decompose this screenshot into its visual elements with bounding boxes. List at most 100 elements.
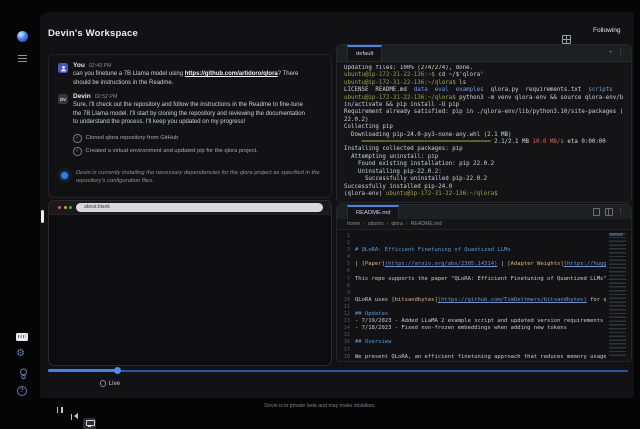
line-number: 18 xyxy=(337,354,350,361)
line-number: 12 xyxy=(337,311,350,318)
code-line xyxy=(355,254,606,261)
line-number: 16 xyxy=(337,339,350,346)
screen-view-button[interactable] xyxy=(83,418,96,429)
panel-drag-handle[interactable] xyxy=(41,210,44,223)
editor-tabbar: README.md ⋮ xyxy=(337,205,631,220)
terminal-line: Successfully uninstalled pip-22.0.2 xyxy=(344,176,627,183)
code-line: | [Paper](https://arxiv.org/abs/2305.143… xyxy=(355,261,606,268)
person-icon xyxy=(60,65,67,72)
line-number: 4 xyxy=(337,254,350,261)
code-line xyxy=(355,233,606,240)
following-label: Following xyxy=(593,27,620,35)
line-number: 2 xyxy=(337,240,350,247)
window-maximize-dot-icon xyxy=(69,206,72,209)
line-number: 7 xyxy=(337,276,350,283)
line-number: 6 xyxy=(337,268,350,275)
chevron-right-icon: › xyxy=(363,219,365,229)
user-avatar xyxy=(58,63,68,73)
terminal-line: ubuntu@ip-172-31-22-136:~/qlora$ python3… xyxy=(344,95,627,102)
message-body: Sure, I'll check out the repository and … xyxy=(73,101,305,127)
line-number: 13 xyxy=(337,318,350,325)
task-text: Cloned qlora repository from GitHub xyxy=(86,135,179,141)
new-terminal-plus-icon[interactable]: + xyxy=(609,50,613,56)
line-number: 8 xyxy=(337,283,350,290)
code-line xyxy=(355,304,606,311)
terminal-tabbar: default + ⋮ xyxy=(337,45,631,62)
code-area[interactable]: # QLoRA: Efficient Finetuning of Quantiz… xyxy=(355,233,606,361)
editor-more-icon[interactable]: ⋮ xyxy=(618,209,625,215)
settings-gear-icon[interactable]: ⚙ xyxy=(16,349,25,359)
code-line xyxy=(355,347,606,354)
terminal-output[interactable]: Updating files: 100% (274/274), done.ubu… xyxy=(344,65,627,200)
terminal-line: Uninstalling pip-22.0.2: xyxy=(344,169,627,176)
message-header: Devin 02:52 PM xyxy=(73,93,117,100)
devin-avatar: DV xyxy=(58,94,68,104)
chevron-right-icon: › xyxy=(387,219,389,229)
breadcrumb-item: README.md xyxy=(411,219,442,229)
terminal-line: Successfully installed pip-24.0 xyxy=(344,184,627,191)
code-line: # QLoRA: Efficient Finetuning of Quantiz… xyxy=(355,247,606,254)
split-view-icon[interactable] xyxy=(605,208,613,216)
repo-link[interactable]: https://github.com/artidoro/qlora xyxy=(185,71,278,77)
beta-disclaimer: Devin is in private beta and may make mi… xyxy=(0,403,640,409)
editor-panel: README.md ⋮ home›ubuntu›qlora›README.md … xyxy=(336,204,632,362)
timeline-scrubber-knob[interactable] xyxy=(114,367,121,374)
message-author: You xyxy=(73,62,85,69)
terminal-line: LICENSE README.md data eval examples qlo… xyxy=(344,87,627,94)
message-time: 02:52 PM xyxy=(95,94,118,100)
line-number: 5 xyxy=(337,261,350,268)
code-line: - 7/18/2023 - Fixed non-frozen embedding… xyxy=(355,325,606,332)
terminal-line: Updating files: 100% (274/274), done. xyxy=(344,65,627,72)
message-header: You 02:49 PM xyxy=(73,62,111,69)
line-number: 3 xyxy=(337,247,350,254)
terminal-line: in/activate && pip install -U pip xyxy=(344,102,627,109)
browser-panel: about:blank xyxy=(48,200,332,366)
editor-tab-readme[interactable]: README.md xyxy=(347,205,399,219)
keyboard-shortcuts-icon[interactable] xyxy=(16,333,28,341)
devin-workspace-app: ⚙ ? Devin's Workspace Following You 02:4… xyxy=(0,0,640,414)
current-status-text: Devin is currently installing the necess… xyxy=(76,169,320,185)
terminal-tab-default[interactable]: default xyxy=(347,45,382,61)
code-line: ## Overview xyxy=(355,339,606,346)
live-control[interactable]: Live xyxy=(100,380,120,387)
code-line xyxy=(355,283,606,290)
window-close-dot-icon xyxy=(58,206,61,209)
terminal-more-icon[interactable]: ⋮ xyxy=(618,50,625,56)
minimap[interactable] xyxy=(609,233,629,358)
browser-url-bar[interactable]: about:blank xyxy=(76,203,323,212)
breadcrumb: home›ubuntu›qlora›README.md xyxy=(337,219,631,230)
window-minimize-dot-icon xyxy=(64,206,67,209)
browser-viewport[interactable] xyxy=(49,215,331,365)
expand-icon[interactable] xyxy=(593,208,601,216)
check-icon: ✓ xyxy=(73,134,82,143)
sessions-list-icon[interactable] xyxy=(18,55,27,63)
code-line xyxy=(355,240,606,247)
breadcrumb-item: home xyxy=(347,219,360,229)
line-number: 17 xyxy=(337,347,350,354)
timeline-progress-fill xyxy=(48,369,118,372)
terminal-line: ubuntu@ip-172-31-22-136:~$ cd ~/$'qlora' xyxy=(344,72,627,79)
status-indicator-dot xyxy=(61,172,68,179)
completed-task: ✓ Cloned qlora repository from GitHub xyxy=(73,134,313,143)
terminal-line: Requirement already satisfied: pip in ./… xyxy=(344,109,627,116)
code-line: ## Updates xyxy=(355,311,606,318)
help-icon[interactable]: ? xyxy=(17,386,27,396)
timeline-track[interactable] xyxy=(48,370,628,372)
line-number: 10 xyxy=(337,297,350,304)
ideas-lightbulb-icon[interactable] xyxy=(19,368,28,380)
message-body: can you finetune a 7B Llama model using … xyxy=(73,70,303,87)
browser-header: about:blank xyxy=(49,201,331,215)
line-number: 11 xyxy=(337,304,350,311)
code-line xyxy=(355,332,606,339)
terminal-line: ━━━━━━━━━━━━━━━━━━━━━━━━━━━━━━━━━━━━━ 2.… xyxy=(344,139,627,146)
code-line xyxy=(355,290,606,297)
terminal-line: Attempting uninstall: pip xyxy=(344,154,627,161)
devin-logo-icon[interactable] xyxy=(17,31,28,42)
layout-grid-icon[interactable] xyxy=(562,35,571,44)
skip-to-start-button[interactable] xyxy=(70,413,78,420)
line-number: 1 xyxy=(337,233,350,240)
line-numbers: 123456789101112131415161718 xyxy=(337,233,350,361)
check-icon: ✓ xyxy=(73,147,82,156)
live-label: Live xyxy=(109,380,120,387)
terminal-line: 22.0.2) xyxy=(344,117,627,124)
